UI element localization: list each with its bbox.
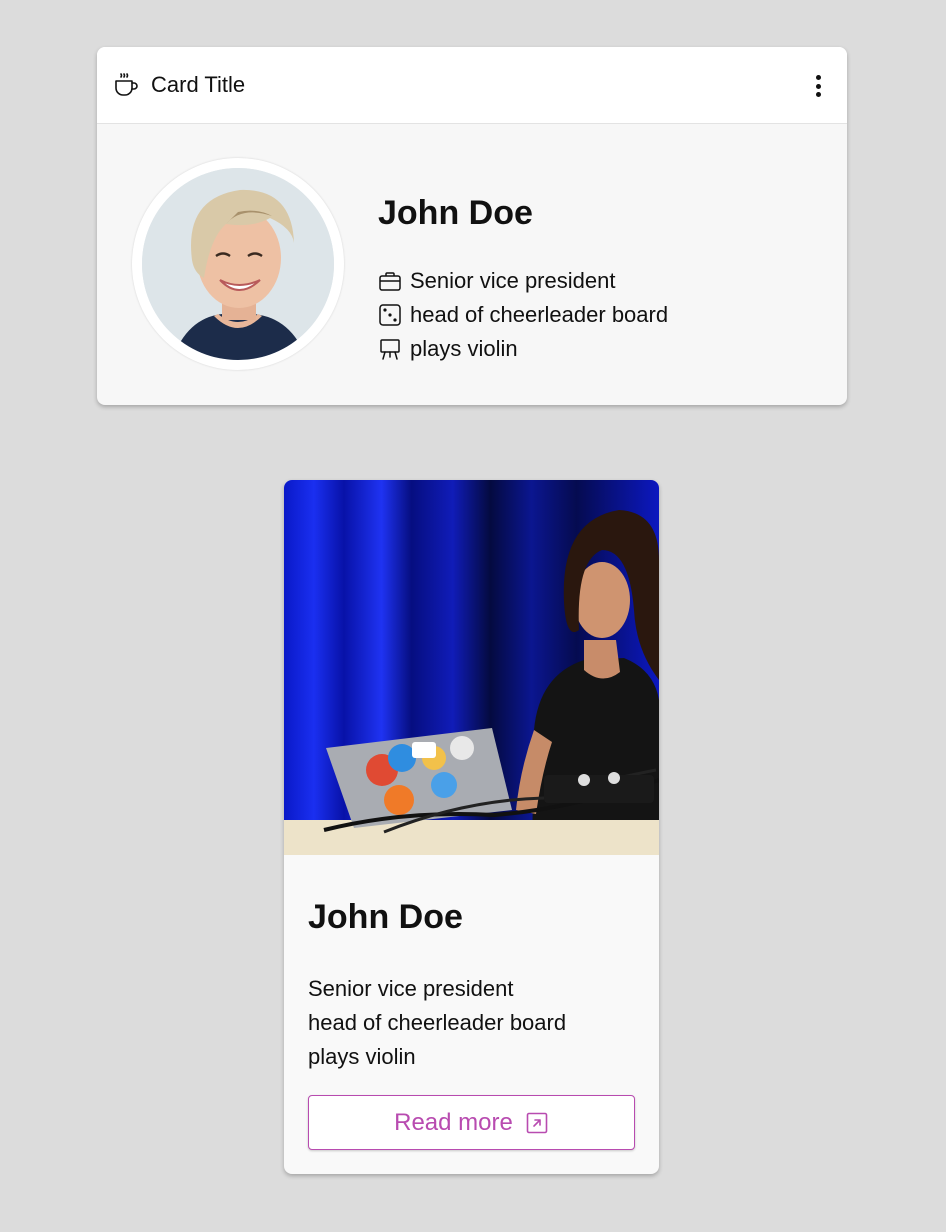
photo-card-name: John Doe	[308, 898, 463, 936]
fact-item: plays violin	[378, 332, 668, 366]
kebab-menu-icon[interactable]	[809, 73, 827, 99]
read-more-label: Read more	[394, 1108, 513, 1136]
photo-card-description: Senior vice president head of cheerleade…	[308, 972, 566, 1074]
photo-card: John Doe Senior vice president head of c…	[284, 480, 659, 1174]
description-line: plays violin	[308, 1044, 416, 1069]
briefcase-icon	[378, 269, 402, 293]
profile-card: Card Title John Doe Senior vice presiden…	[97, 47, 847, 405]
fact-text: head of cheerleader board	[410, 302, 669, 327]
card-body: John Doe Senior vice president head of c…	[97, 124, 847, 404]
fact-text: plays violin	[410, 336, 518, 361]
read-more-button[interactable]: Read more	[308, 1095, 635, 1150]
card-header: Card Title	[97, 47, 847, 124]
card-photo	[284, 480, 659, 855]
card-title: Card Title	[151, 72, 246, 97]
fact-item: Senior vice president	[378, 264, 668, 298]
easel-icon	[378, 337, 402, 361]
fact-item: head of cheerleader board	[378, 298, 668, 332]
profile-name: John Doe	[378, 194, 533, 232]
description-line: head of cheerleader board	[308, 1010, 567, 1035]
external-link-icon	[525, 1111, 549, 1135]
description-line: Senior vice president	[308, 976, 514, 1001]
avatar	[132, 158, 344, 370]
fact-text: Senior vice president	[410, 268, 616, 293]
dice-icon	[378, 303, 402, 327]
profile-facts: Senior vice president head of cheerleade…	[378, 264, 668, 366]
coffee-cup-icon	[113, 72, 139, 98]
